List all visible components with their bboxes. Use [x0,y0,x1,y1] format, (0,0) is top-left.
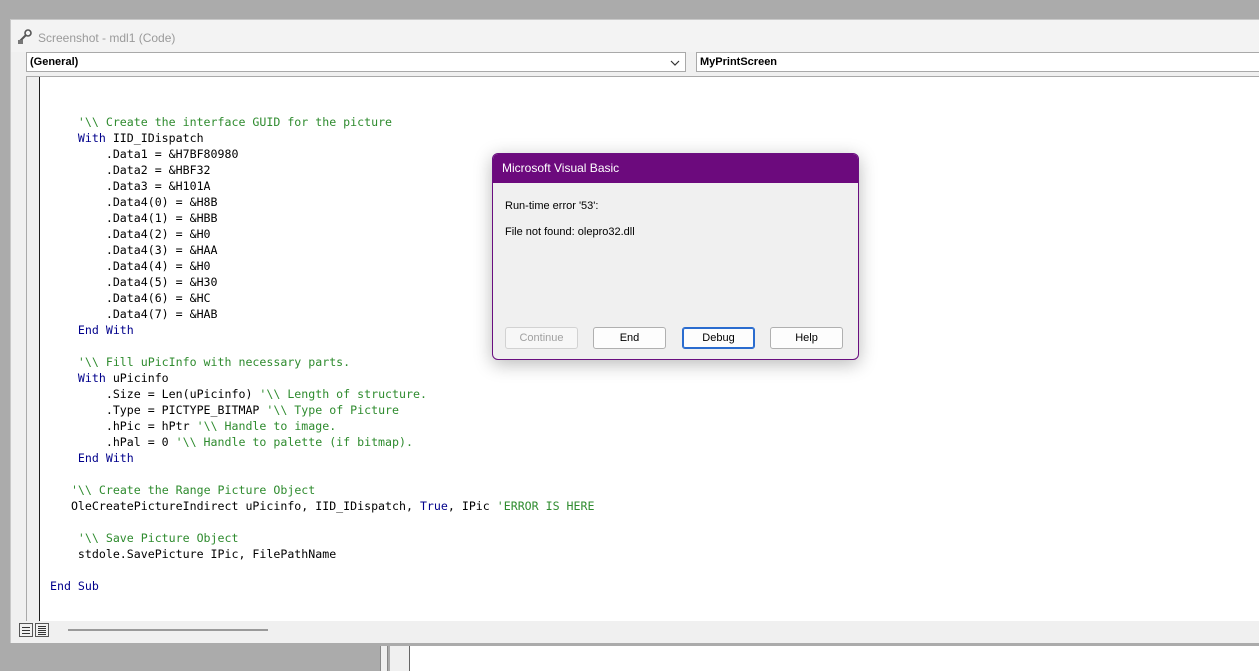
help-button[interactable]: Help [770,327,843,349]
code-line[interactable] [50,562,594,578]
code-keyword: End With [77,323,134,337]
code-token: , IPic [447,499,497,513]
code-token: OleCreatePictureIndirect uPicinfo, IID_I… [50,499,420,513]
code-line[interactable]: OleCreatePictureIndirect uPicinfo, IID_I… [50,498,595,514]
code-token: .hPal = 0 [50,435,176,449]
code-token: IID_IDispatch [105,131,204,145]
code-token: .Type = PICTYPE_BITMAP [50,403,267,417]
background-window-strip [380,646,1259,671]
code-keyword: End With [77,451,134,465]
code-line[interactable]: '\\ Save Picture Object [50,530,594,546]
code-keyword: End Sub [50,579,99,593]
object-combo-value: (General) [30,56,79,68]
window-title: Screenshot - mdl1 (Code) [38,31,176,45]
code-token: .Data4(1) = &HBB [50,211,218,225]
code-token: .Data4(5) = &H30 [50,275,218,289]
vba-editor-icon [17,29,33,45]
horizontal-scrollbar[interactable] [68,629,268,631]
title-bar[interactable]: Screenshot - mdl1 (Code) [11,20,1259,52]
error-message-text: File not found: olepro32.dll [505,226,635,238]
procedure-view-icon[interactable] [19,623,33,637]
end-button[interactable]: End [593,327,666,349]
procedure-combo[interactable]: MyPrintScreen [696,52,1259,72]
code-token: uPicinfo [105,371,169,385]
code-token: .Data4(7) = &HAB [50,307,218,321]
code-token: .Data4(3) = &HAA [50,243,218,257]
code-line[interactable] [50,466,594,482]
code-line[interactable] [50,514,594,530]
code-comment: '\\ Length of structure. [259,387,427,401]
error-code-text: Run-time error '53': [505,200,599,212]
background-margin [390,646,410,671]
code-token: .Data1 = &H7BF80980 [50,147,239,161]
debug-button[interactable]: Debug [682,327,755,349]
code-token: stdole.SavePicture IPic, FilePathName [50,547,337,561]
code-line[interactable]: .hPic = hPtr '\\ Handle to image. [50,418,594,434]
code-token: .hPic = hPtr [50,419,197,433]
code-token: .Data3 = &H101A [50,179,211,193]
code-comment: '\\ Create the interface GUID for the pi… [77,115,393,129]
code-token: .Data4(6) = &HC [50,291,211,305]
code-line[interactable]: .hPal = 0 '\\ Handle to palette (if bitm… [50,434,594,450]
code-line[interactable] [50,98,594,114]
error-dialog: Microsoft Visual Basic Run-time error '5… [492,153,859,360]
chevron-down-icon[interactable] [670,56,680,74]
dialog-title[interactable]: Microsoft Visual Basic [493,154,858,183]
code-comment: 'ERROR IS HERE [496,499,595,513]
code-line[interactable]: '\\ Create the interface GUID for the pi… [50,114,594,130]
code-line[interactable]: With IID_IDispatch [50,130,594,146]
code-token: .Size = Len(uPicinfo) [50,387,260,401]
code-comment: '\\ Handle to palette (if bitmap). [175,435,413,449]
continue-button[interactable]: Continue [505,327,578,349]
code-keyword: With [77,371,106,385]
code-comment: '\\ Fill uPicInfo with necessary parts. [77,355,351,369]
code-comment: '\\ Type of Picture [266,403,400,417]
code-line[interactable]: .Type = PICTYPE_BITMAP '\\ Type of Pictu… [50,402,594,418]
code-line[interactable]: End With [50,450,594,466]
editor-status-bar [11,621,1259,643]
code-line[interactable]: With uPicinfo [50,370,594,386]
code-comment: '\\ Handle to image. [196,419,337,433]
code-comment: '\\ Save Picture Object [77,531,239,545]
code-line[interactable]: stdole.SavePicture IPic, FilePathName [50,546,594,562]
code-comment: '\\ Create the Range Picture Object [70,483,316,497]
code-token: .Data2 = &HBF32 [50,163,211,177]
code-keyword: With [77,131,106,145]
code-keyword: True [419,499,448,513]
code-token: .Data4(0) = &H8B [50,195,218,209]
code-token: .Data4(2) = &H0 [50,227,211,241]
full-module-view-icon[interactable] [35,623,49,637]
code-token: .Data4(4) = &H0 [50,259,211,273]
background-pane [410,646,1259,671]
procedure-combo-value: MyPrintScreen [700,56,778,68]
object-combo[interactable]: (General) [26,52,686,72]
code-line[interactable]: '\\ Create the Range Picture Object [50,482,594,498]
margin-indicator-bar[interactable] [27,77,40,621]
background-divider [380,646,388,671]
code-line[interactable]: .Size = Len(uPicinfo) '\\ Length of stru… [50,386,594,402]
code-line[interactable]: End Sub [50,578,594,594]
